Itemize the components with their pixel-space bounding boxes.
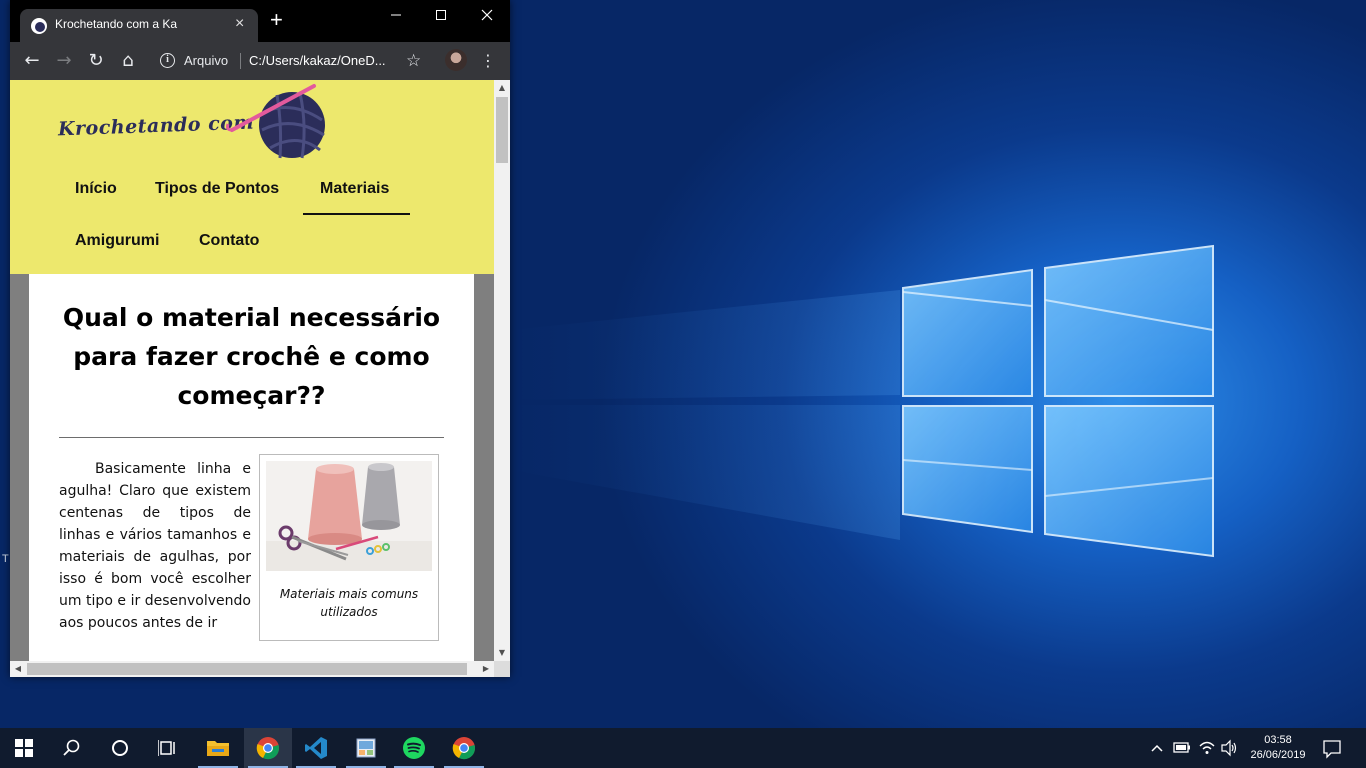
maximize-button[interactable]	[421, 4, 461, 28]
tab-title: Krochetando com a Ka	[55, 17, 178, 31]
desktop-stray-text: T	[2, 553, 9, 565]
site-header: Krochetando com a Ka Início Tipos de Pon…	[10, 80, 494, 274]
scroll-down-icon[interactable]: ▼	[494, 645, 510, 661]
article-title: Qual o material necessário para fazer cr…	[62, 303, 441, 410]
yarn-ball-icon	[226, 84, 325, 159]
vertical-scroll-thumb[interactable]	[496, 97, 508, 163]
address-scheme-label: Arquivo	[184, 53, 229, 68]
address-bar[interactable]: i Arquivo C:/Users/kakaz/OneD...	[154, 48, 418, 74]
task-view-button[interactable]	[144, 728, 192, 768]
taskbar-spotify[interactable]	[390, 728, 438, 768]
chevron-up-icon	[1151, 744, 1163, 752]
spotify-icon	[403, 737, 425, 759]
taskbar-vscode[interactable]	[292, 728, 340, 768]
search-icon	[63, 739, 80, 756]
nav-active-indicator	[303, 213, 410, 215]
home-button[interactable]: ⌂	[116, 49, 140, 73]
browser-toolbar: ← → ↻ ⌂ i Arquivo C:/Users/kakaz/OneD...…	[10, 42, 510, 80]
nav-inicio[interactable]: Início	[75, 180, 117, 198]
close-window-button[interactable]	[467, 4, 507, 28]
file-explorer-icon	[207, 741, 229, 756]
nav-amigurumi[interactable]: Amigurumi	[75, 232, 159, 250]
browser-menu-icon[interactable]: ⋮	[480, 49, 496, 73]
speaker-icon	[1221, 739, 1237, 757]
article-figure: Materiais mais comuns utilizados	[259, 454, 439, 641]
nav-contato[interactable]: Contato	[199, 232, 259, 250]
scroll-left-icon[interactable]: ◀	[10, 661, 26, 677]
cortana-icon	[112, 740, 128, 756]
close-icon	[481, 9, 493, 21]
nav-tipos-de-pontos[interactable]: Tipos de Pontos	[155, 180, 279, 198]
chrome-icon	[452, 737, 475, 760]
tray-volume[interactable]	[1220, 728, 1240, 768]
taskbar-clock[interactable]: 03:58 26/06/2019	[1242, 733, 1314, 763]
nav-materiais[interactable]: Materiais	[320, 180, 389, 198]
taskbar-paint[interactable]	[342, 728, 390, 768]
cortana-button[interactable]	[96, 728, 144, 768]
paint-icon	[356, 738, 376, 758]
tray-network[interactable]	[1198, 728, 1218, 768]
task-view-icon	[158, 740, 175, 756]
clock-date: 26/06/2019	[1250, 749, 1306, 761]
info-icon[interactable]: i	[160, 53, 175, 68]
action-center-button[interactable]	[1320, 728, 1350, 768]
tab-close-icon[interactable]: ×	[235, 15, 244, 33]
minimize-button[interactable]	[376, 4, 416, 28]
clock-time: 03:58	[1264, 734, 1292, 746]
horizontal-scrollbar[interactable]: ◀ ▶	[10, 661, 494, 677]
taskbar: 03:58 26/06/2019	[0, 728, 1366, 768]
browser-tab[interactable]: Krochetando com a Ka ×	[20, 9, 258, 42]
scrollbar-corner	[494, 661, 510, 677]
browser-titlebar[interactable]: Krochetando com a Ka × +	[10, 0, 510, 42]
profile-avatar[interactable]	[445, 49, 467, 71]
vscode-icon	[305, 737, 327, 759]
figure-caption: Materiais mais comuns utilizados	[279, 587, 419, 619]
minimize-icon	[391, 14, 401, 16]
tray-show-hidden-button[interactable]	[1150, 728, 1168, 768]
taskbar-chrome-2[interactable]	[440, 728, 488, 768]
start-icon	[15, 739, 33, 757]
address-url[interactable]: C:/Users/kakaz/OneD...	[249, 53, 386, 68]
materials-photo	[266, 461, 432, 571]
chrome-icon	[256, 737, 279, 760]
bookmark-star-icon[interactable]: ☆	[406, 49, 421, 73]
forward-button[interactable]: →	[52, 49, 76, 73]
scroll-up-icon[interactable]: ▲	[494, 80, 510, 96]
back-button[interactable]: ←	[20, 49, 44, 73]
new-tab-button[interactable]: +	[270, 9, 283, 31]
notification-icon	[1323, 740, 1341, 759]
horizontal-scroll-thumb[interactable]	[27, 663, 467, 675]
vertical-scrollbar[interactable]: ▲ ▼	[494, 80, 510, 661]
taskbar-file-explorer[interactable]	[194, 728, 242, 768]
article-card: Qual o material necessário para fazer cr…	[29, 274, 474, 661]
browser-window: Krochetando com a Ka × + ← → ↻ ⌂ i Arqui…	[10, 0, 510, 677]
maximize-icon	[436, 10, 446, 20]
address-separator	[240, 53, 241, 69]
scroll-right-icon[interactable]: ▶	[478, 661, 494, 677]
tray-battery[interactable]	[1172, 728, 1194, 768]
search-button[interactable]	[48, 728, 96, 768]
reload-button[interactable]: ↻	[84, 49, 108, 73]
article-body: Basicamente linha e agulha! Claro que ex…	[59, 461, 251, 631]
taskbar-chrome[interactable]	[244, 728, 292, 768]
materials-image	[266, 461, 432, 571]
wifi-icon	[1199, 741, 1215, 754]
battery-icon	[1173, 742, 1190, 753]
page-viewport: Krochetando com a Ka Início Tipos de Pon…	[10, 80, 494, 661]
site-favicon-icon	[31, 18, 47, 34]
start-button[interactable]	[0, 728, 48, 768]
article-divider	[59, 437, 444, 438]
